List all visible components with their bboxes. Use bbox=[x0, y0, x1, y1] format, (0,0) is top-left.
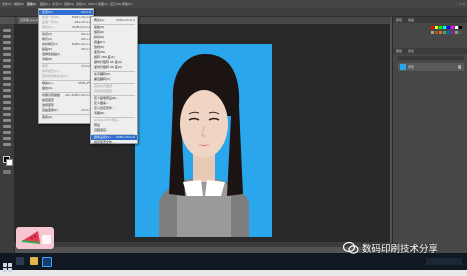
system-tray bbox=[426, 258, 462, 265]
menu-item[interactable]: 逆时针旋转 90 度(0) bbox=[91, 65, 137, 70]
portrait-image bbox=[135, 44, 272, 237]
menu-item[interactable]: 渐隐(D)... Shift+Ctrl+F bbox=[39, 25, 93, 30]
menu-item-label: 自动混合图层... bbox=[94, 89, 115, 93]
quick-select-tool-icon[interactable] bbox=[3, 47, 11, 50]
wechat-watermark: 数码印刷技术分享 bbox=[343, 238, 467, 258]
menu-item-label: 变换(A) bbox=[42, 115, 53, 119]
menu-item[interactable]: 垂直翻转(V) bbox=[91, 77, 137, 82]
menu-item[interactable]: 查找和替换文本(X)... bbox=[39, 74, 93, 79]
menu-image[interactable]: 图像(I) bbox=[27, 0, 36, 8]
channels-tab[interactable]: 通道 bbox=[408, 49, 414, 53]
layers-panel-title[interactable]: 图层 bbox=[396, 49, 402, 53]
panel-divider bbox=[393, 48, 467, 54]
pen-tool-icon[interactable] bbox=[3, 113, 11, 116]
menu-bar: 文件(F) 编辑(E) 图像(I) 图层(L) 文字(Y) 选择(S) 滤镜(T… bbox=[0, 0, 467, 8]
menu-item-label: 逆时针旋转 90 度(0) bbox=[94, 65, 122, 69]
menu-3d[interactable]: 3D(D) bbox=[88, 0, 97, 8]
history-brush-tool-icon[interactable] bbox=[3, 83, 11, 86]
wechat-icon bbox=[343, 241, 359, 254]
menu-item-label: 转换为配置文件(V)... bbox=[94, 145, 123, 149]
menu-item[interactable]: 转换为配置文件(V)... bbox=[91, 145, 137, 150]
edit-menu: 还原(O) Ctrl+Z 前进一步(W) Shift+Ctrl+Z 后退一步(K) Alt… bbox=[38, 8, 94, 124]
panel-tabs: 颜色 色板 bbox=[393, 17, 467, 23]
clone-stamp-tool-icon[interactable] bbox=[3, 77, 11, 80]
healing-tool-icon[interactable] bbox=[3, 65, 11, 68]
menu-item[interactable]: 描边(S)... bbox=[39, 86, 93, 91]
menu-layer[interactable]: 图层(L) bbox=[40, 0, 50, 8]
marquee-tool-icon[interactable] bbox=[3, 35, 11, 38]
menu-item-label: 垂直翻转(V) bbox=[94, 77, 111, 81]
layer-filter-bar[interactable] bbox=[398, 56, 464, 60]
tools-panel bbox=[0, 24, 15, 253]
type-tool-icon[interactable] bbox=[3, 119, 11, 122]
menu-edit[interactable]: 编辑(E) bbox=[14, 0, 24, 8]
menu-item-shortcut: Shift+Ctrl+F bbox=[72, 25, 91, 29]
crop-tool-icon[interactable] bbox=[3, 53, 11, 56]
dodge-tool-icon[interactable] bbox=[3, 107, 11, 110]
swatch-grid[interactable] bbox=[431, 26, 465, 44]
menu-item-label: 查找和替换文本(X)... bbox=[42, 74, 71, 78]
menu-item[interactable]: 清理(R) bbox=[91, 111, 137, 116]
layer-thumbnail bbox=[400, 64, 406, 70]
menu-item[interactable]: 再次(A) Shift+Ctrl+T bbox=[91, 18, 137, 23]
right-panel: 颜色 色板 图层 通道 背景 bbox=[392, 17, 467, 253]
menu-item-label: 远程连接... bbox=[94, 128, 109, 132]
windows-start-icon[interactable] bbox=[3, 257, 12, 272]
taskbar-explorer-icon[interactable] bbox=[30, 257, 38, 265]
portrait-photo bbox=[135, 44, 272, 237]
eraser-tool-icon[interactable] bbox=[3, 89, 11, 92]
status-bar bbox=[14, 242, 390, 247]
layer-name: 背景 bbox=[408, 65, 415, 69]
window-controls-icon[interactable]: – ▢ ✕ bbox=[456, 0, 465, 8]
menu-view[interactable]: 视图(V) bbox=[98, 0, 108, 8]
menu-type[interactable]: 文字(Y) bbox=[52, 0, 62, 8]
menu-item-label: 清除(E) bbox=[42, 57, 53, 61]
blur-tool-icon[interactable] bbox=[3, 101, 11, 104]
zoom-tool-icon[interactable] bbox=[3, 143, 11, 146]
watermark-text: 数码印刷技术分享 bbox=[362, 244, 439, 255]
menu-select[interactable]: 选择(S) bbox=[64, 0, 74, 8]
shape-tool-icon[interactable] bbox=[3, 131, 11, 134]
gradient-tool-icon[interactable] bbox=[3, 95, 11, 98]
menu-help[interactable]: 帮助(H) bbox=[122, 0, 133, 8]
path-select-tool-icon[interactable] bbox=[3, 125, 11, 128]
menu-item-label: 再次(A) bbox=[94, 18, 105, 22]
menu-item[interactable]: 自由变换(F) Ctrl+T bbox=[39, 108, 93, 113]
lock-icon bbox=[458, 65, 461, 69]
hand-tool-icon[interactable] bbox=[3, 137, 11, 140]
menu-item-label: 清理(R) bbox=[94, 111, 105, 115]
menu-item-label: 描边(S)... bbox=[42, 86, 56, 90]
menu-item[interactable]: 清除(E) bbox=[39, 57, 93, 62]
photoshop-window: 文件(F) 编辑(E) 图像(I) 图层(L) 文字(Y) 选择(S) 滤镜(T… bbox=[0, 0, 467, 253]
taskbar-search-icon[interactable] bbox=[16, 257, 24, 265]
menu-item-label: 渐隐(D)... bbox=[42, 25, 56, 29]
move-tool-icon[interactable] bbox=[3, 29, 11, 32]
menu-item[interactable]: 自动混合图层... bbox=[91, 89, 137, 94]
brush-tool-icon[interactable] bbox=[3, 71, 11, 74]
watermelon-sticker bbox=[16, 227, 54, 249]
transform-submenu: 再次(A) Shift+Ctrl+T 缩放(S) 旋转(R) 斜切(K) 扭曲(D) 透视(… bbox=[90, 16, 138, 149]
taskbar-photoshop-icon[interactable] bbox=[42, 257, 52, 267]
menu-window[interactable]: 窗口(W) bbox=[110, 0, 121, 8]
lasso-tool-icon[interactable] bbox=[3, 41, 11, 44]
tab-swatches[interactable]: 色板 bbox=[408, 17, 414, 23]
menu-item-shortcut: Shift+Ctrl+T bbox=[115, 18, 135, 22]
background-color-swatch[interactable] bbox=[6, 159, 13, 166]
eyedropper-tool-icon[interactable] bbox=[3, 59, 11, 62]
menu-filter[interactable]: 滤镜(T) bbox=[76, 0, 86, 8]
menu-item-label: 自由变换(F) bbox=[42, 108, 59, 112]
layer-row-background[interactable]: 背景 bbox=[398, 63, 464, 71]
tab-color[interactable]: 颜色 bbox=[396, 17, 402, 23]
quick-mask-icon[interactable] bbox=[3, 170, 11, 174]
menu-file[interactable]: 文件(F) bbox=[2, 0, 12, 8]
menu-item[interactable]: 远程连接... bbox=[91, 128, 137, 133]
menu-item[interactable]: 变换(A) bbox=[39, 115, 93, 120]
